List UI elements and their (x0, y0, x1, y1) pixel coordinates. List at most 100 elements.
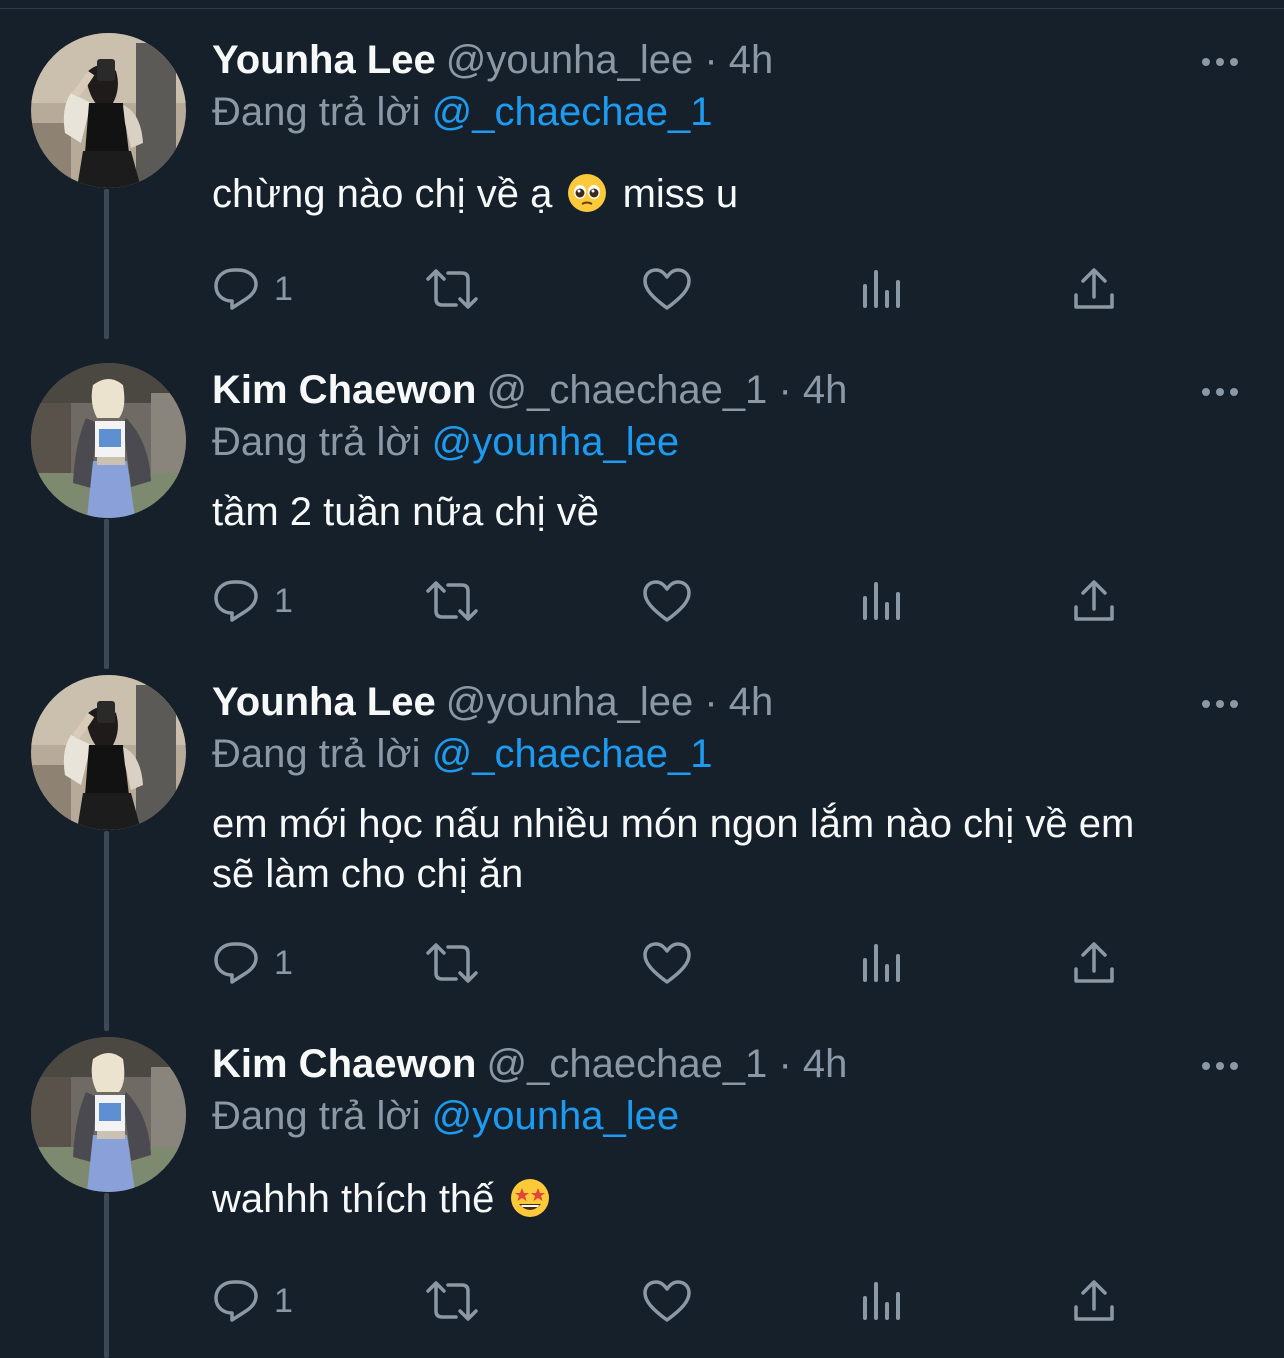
share-icon (1074, 942, 1114, 983)
timestamp[interactable]: 4h (729, 38, 774, 82)
reply-count: 1 (274, 269, 293, 308)
mention-link[interactable]: @_chaechae_1 (432, 90, 713, 134)
mention-link[interactable]: @younha_lee (432, 1094, 679, 1138)
retweet-button[interactable] (424, 576, 480, 626)
timestamp[interactable]: 4h (803, 1042, 848, 1086)
timestamp[interactable]: 4h (729, 680, 774, 724)
tweet-text-part: wahhh thích thế (212, 1177, 495, 1221)
more-icon[interactable] (1200, 1059, 1240, 1073)
action-bar: 1 (212, 1276, 1212, 1326)
share-icon (1074, 580, 1114, 621)
reply-button[interactable]: 1 (212, 938, 293, 988)
retweet-icon (426, 581, 478, 621)
retweet-button[interactable] (424, 1276, 480, 1326)
action-bar: 1 (212, 938, 1212, 988)
reply-button[interactable]: 1 (212, 264, 293, 314)
avatar[interactable] (31, 363, 186, 518)
tweet-text: chừng nào chị về ạ miss u (212, 169, 1242, 219)
mention-link[interactable]: @_chaechae_1 (432, 732, 713, 776)
user-handle[interactable]: @_chaechae_1 (486, 1042, 767, 1086)
reply-button[interactable]: 1 (212, 1276, 293, 1326)
tweet[interactable]: Younha Lee @younha_lee · 4h Đang trả lời … (0, 9, 1284, 339)
like-button[interactable] (642, 1276, 692, 1326)
share-button[interactable] (1072, 264, 1116, 314)
timestamp[interactable]: 4h (803, 368, 848, 412)
tweet-text-line: sẽ làm cho chị ăn (212, 852, 524, 896)
analytics-button[interactable] (860, 264, 902, 314)
like-button[interactable] (642, 264, 692, 314)
avatar[interactable] (31, 33, 186, 188)
like-button[interactable] (642, 938, 692, 988)
share-icon (1074, 268, 1114, 309)
reply-prefix: Đang trả lời (212, 90, 421, 134)
reply-prefix: Đang trả lời (212, 1094, 421, 1138)
reply-icon (214, 1280, 258, 1322)
more-icon[interactable] (1200, 55, 1240, 69)
avatar[interactable] (31, 1037, 186, 1192)
display-name[interactable]: Younha Lee (212, 680, 436, 724)
display-name[interactable]: Kim Chaewon (212, 1042, 476, 1086)
reply-prefix: Đang trả lời (212, 420, 421, 464)
separator: · (778, 1042, 792, 1086)
tweet-text: tầm 2 tuần nữa chị về (212, 490, 599, 534)
analytics-icon (863, 270, 900, 308)
like-icon (643, 1280, 691, 1322)
reply-context: Đang trả lời @_chaechae_1 (212, 89, 713, 135)
share-icon (1074, 1280, 1114, 1321)
like-icon (643, 580, 691, 622)
analytics-button[interactable] (860, 1276, 902, 1326)
retweet-icon (426, 1281, 478, 1321)
analytics-button[interactable] (860, 938, 902, 988)
tweet-header: Kim Chaewon @_chaechae_1 · 4h (212, 1041, 847, 1087)
tweet[interactable]: Younha Lee @younha_lee · 4h Đang trả lời … (0, 651, 1284, 1013)
user-handle[interactable]: @younha_lee (446, 680, 693, 724)
reply-context: Đang trả lời @_chaechae_1 (212, 731, 713, 777)
reply-context: Đang trả lời @younha_lee (212, 419, 679, 465)
display-name[interactable]: Kim Chaewon (212, 368, 476, 412)
reply-thread: Younha Lee @younha_lee · 4h Đang trả lời … (0, 9, 1284, 1358)
reply-context: Đang trả lời @younha_lee (212, 1093, 679, 1139)
tweet-text: wahhh thích thế (212, 1174, 1242, 1224)
share-button[interactable] (1072, 938, 1116, 988)
analytics-button[interactable] (860, 576, 902, 626)
tweet-text: em mới học nấu nhiều món ngon lắm nào ch… (212, 799, 1242, 899)
tweet-text-line: em mới học nấu nhiều món ngon lắm nào ch… (212, 802, 1135, 846)
reply-count: 1 (274, 1281, 293, 1320)
display-name[interactable]: Younha Lee (212, 38, 436, 82)
action-bar: 1 (212, 264, 1212, 314)
retweet-icon (426, 269, 478, 309)
like-icon (643, 268, 691, 310)
reply-icon (214, 942, 258, 984)
analytics-icon (863, 582, 900, 620)
action-bar: 1 (212, 576, 1212, 626)
user-handle[interactable]: @younha_lee (446, 38, 693, 82)
analytics-icon (863, 1282, 900, 1320)
like-button[interactable] (642, 576, 692, 626)
reply-icon (214, 580, 258, 622)
analytics-icon (863, 944, 900, 982)
user-handle[interactable]: @_chaechae_1 (486, 368, 767, 412)
tweet[interactable]: Kim Chaewon @_chaechae_1 · 4h Đang trả lờ… (0, 1013, 1284, 1354)
reply-prefix: Đang trả lời (212, 732, 421, 776)
avatar[interactable] (31, 675, 186, 830)
tweet-header: Younha Lee @younha_lee · 4h (212, 37, 773, 83)
more-icon[interactable] (1200, 697, 1240, 711)
retweet-button[interactable] (424, 264, 480, 314)
separator: · (704, 38, 718, 82)
mention-link[interactable]: @younha_lee (432, 420, 679, 464)
tweet[interactable]: Kim Chaewon @_chaechae_1 · 4h Đang trả lờ… (0, 339, 1284, 651)
pleading-face-emoji (567, 173, 607, 213)
like-icon (643, 942, 691, 984)
separator: · (704, 680, 718, 724)
more-icon[interactable] (1200, 385, 1240, 399)
reply-icon (214, 268, 258, 310)
reply-button[interactable]: 1 (212, 576, 293, 626)
share-button[interactable] (1072, 1276, 1116, 1326)
reply-count: 1 (274, 943, 293, 982)
tweet-text-part: chừng nào chị về ạ (212, 172, 553, 216)
retweet-button[interactable] (424, 938, 480, 988)
star-struck-emoji (510, 1178, 550, 1218)
share-button[interactable] (1072, 576, 1116, 626)
retweet-icon (426, 943, 478, 983)
tweet-header: Younha Lee @younha_lee · 4h (212, 679, 773, 725)
